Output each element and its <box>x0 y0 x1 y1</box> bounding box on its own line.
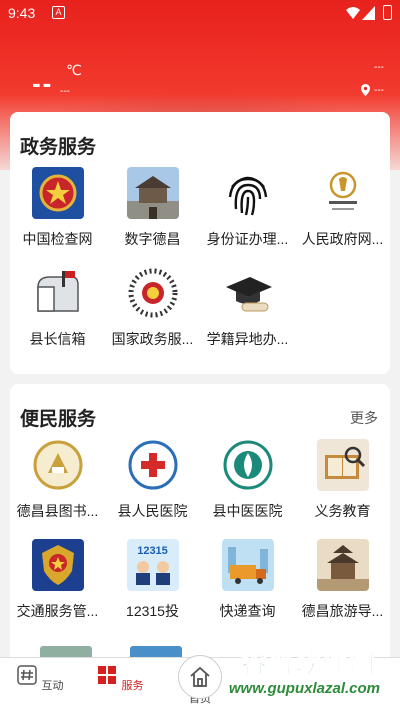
service-label: 县中医医院 <box>212 503 283 519</box>
service-label: 身份证办理... <box>206 231 289 247</box>
service-label: 德昌县图书... <box>16 503 99 519</box>
tab-label: 服务 <box>121 680 144 692</box>
library-logo-icon <box>31 439 84 491</box>
service-label: 县人民医院 <box>117 503 188 519</box>
weather-temperature: -- <box>32 68 54 98</box>
location-text: --- <box>374 84 384 96</box>
tab-label: 互动 <box>41 680 64 692</box>
service-item-library[interactable]: 德昌县图书... <box>10 439 105 539</box>
tourism-tower-icon <box>316 539 369 591</box>
fingerprint-icon <box>221 167 274 219</box>
book-search-icon <box>316 439 369 491</box>
service-item-digital-dechang[interactable]: 数字德昌 <box>105 167 200 267</box>
service-label: 快递查询 <box>219 603 276 619</box>
service-label: 中国检查网 <box>22 231 93 247</box>
service-item-people-hospital[interactable]: 县人民医院 <box>105 439 200 539</box>
weather-unit: ℃ <box>66 62 82 78</box>
signal-icon <box>362 6 375 20</box>
city-gate-icon <box>126 167 179 219</box>
service-label: 人民政府网... <box>301 231 384 247</box>
poster-number: 12315 <box>137 545 168 557</box>
watermark-url: www.gupuxlazal.com <box>228 680 380 697</box>
battery-icon <box>383 5 392 20</box>
location[interactable]: --- <box>361 84 384 96</box>
service-item-compulsory-education[interactable]: 义务教育 <box>295 439 390 539</box>
procuratorate-emblem-icon <box>31 167 84 219</box>
home-icon <box>190 666 210 687</box>
convenience-services-title: 便民服务 <box>20 409 97 430</box>
delivery-truck-icon <box>221 539 274 591</box>
watermark-main: 谷普软件园 <box>240 650 376 681</box>
service-label: 12315投 <box>126 603 179 619</box>
location-pin-icon <box>361 84 370 96</box>
mailbox-icon <box>31 267 84 319</box>
weather-description: --- <box>60 86 70 97</box>
notification-icon: A <box>52 6 65 19</box>
service-label: 县长信箱 <box>29 331 86 347</box>
grid-icon <box>98 666 117 684</box>
service-item-tourism[interactable]: 德昌旅游导... <box>295 539 390 639</box>
status-bar: 9:43 A <box>0 0 400 26</box>
12315-poster-icon: 12315 <box>126 539 179 591</box>
wifi-icon <box>346 7 360 19</box>
gov-services-card: 政务服务 中国检查网 数字德昌 身份证办理... 人民政府网... 县长信箱 国… <box>10 112 390 374</box>
hospital-logo-icon <box>126 439 179 491</box>
service-item-traffic[interactable]: 交通服务管... <box>10 539 105 639</box>
qr-code-icon <box>126 267 179 319</box>
service-label: 学籍异地办... <box>206 331 289 347</box>
service-item-student-record[interactable]: 学籍异地办... <box>200 267 295 367</box>
service-item-tcm-hospital[interactable]: 县中医医院 <box>200 439 295 539</box>
service-label: 数字德昌 <box>124 231 181 247</box>
graduation-cap-icon <box>221 267 274 319</box>
status-time: 9:43 <box>8 5 36 21</box>
service-item-gov-website[interactable]: 人民政府网... <box>295 167 390 267</box>
service-item-national-gov[interactable]: 国家政务服... <box>105 267 200 367</box>
gov-services-title: 政务服务 <box>20 137 97 158</box>
service-item-id-card[interactable]: 身份证办理... <box>200 167 295 267</box>
weather-extra: --- <box>374 62 384 73</box>
tcm-hospital-logo-icon <box>221 439 274 491</box>
service-label: 国家政务服... <box>111 331 194 347</box>
service-label: 交通服务管... <box>16 603 99 619</box>
dechang-logo-icon <box>316 167 369 219</box>
hash-icon <box>17 665 38 685</box>
tab-services[interactable]: 服务 <box>95 664 145 693</box>
watermark: 谷普软件园 www.gupuxlazal.com <box>216 650 394 705</box>
service-item-12315[interactable]: 12315 12315投 <box>105 539 200 639</box>
tab-interaction[interactable]: 互动 <box>15 664 65 693</box>
service-label: 德昌旅游导... <box>301 603 384 619</box>
service-item-mayor-mailbox[interactable]: 县长信箱 <box>10 267 105 367</box>
service-item-procuratorate[interactable]: 中国检查网 <box>10 167 105 267</box>
more-link[interactable]: 更多 <box>350 408 378 428</box>
service-item-express[interactable]: 快递查询 <box>200 539 295 639</box>
police-emblem-icon <box>31 539 84 591</box>
service-label: 义务教育 <box>314 503 371 519</box>
